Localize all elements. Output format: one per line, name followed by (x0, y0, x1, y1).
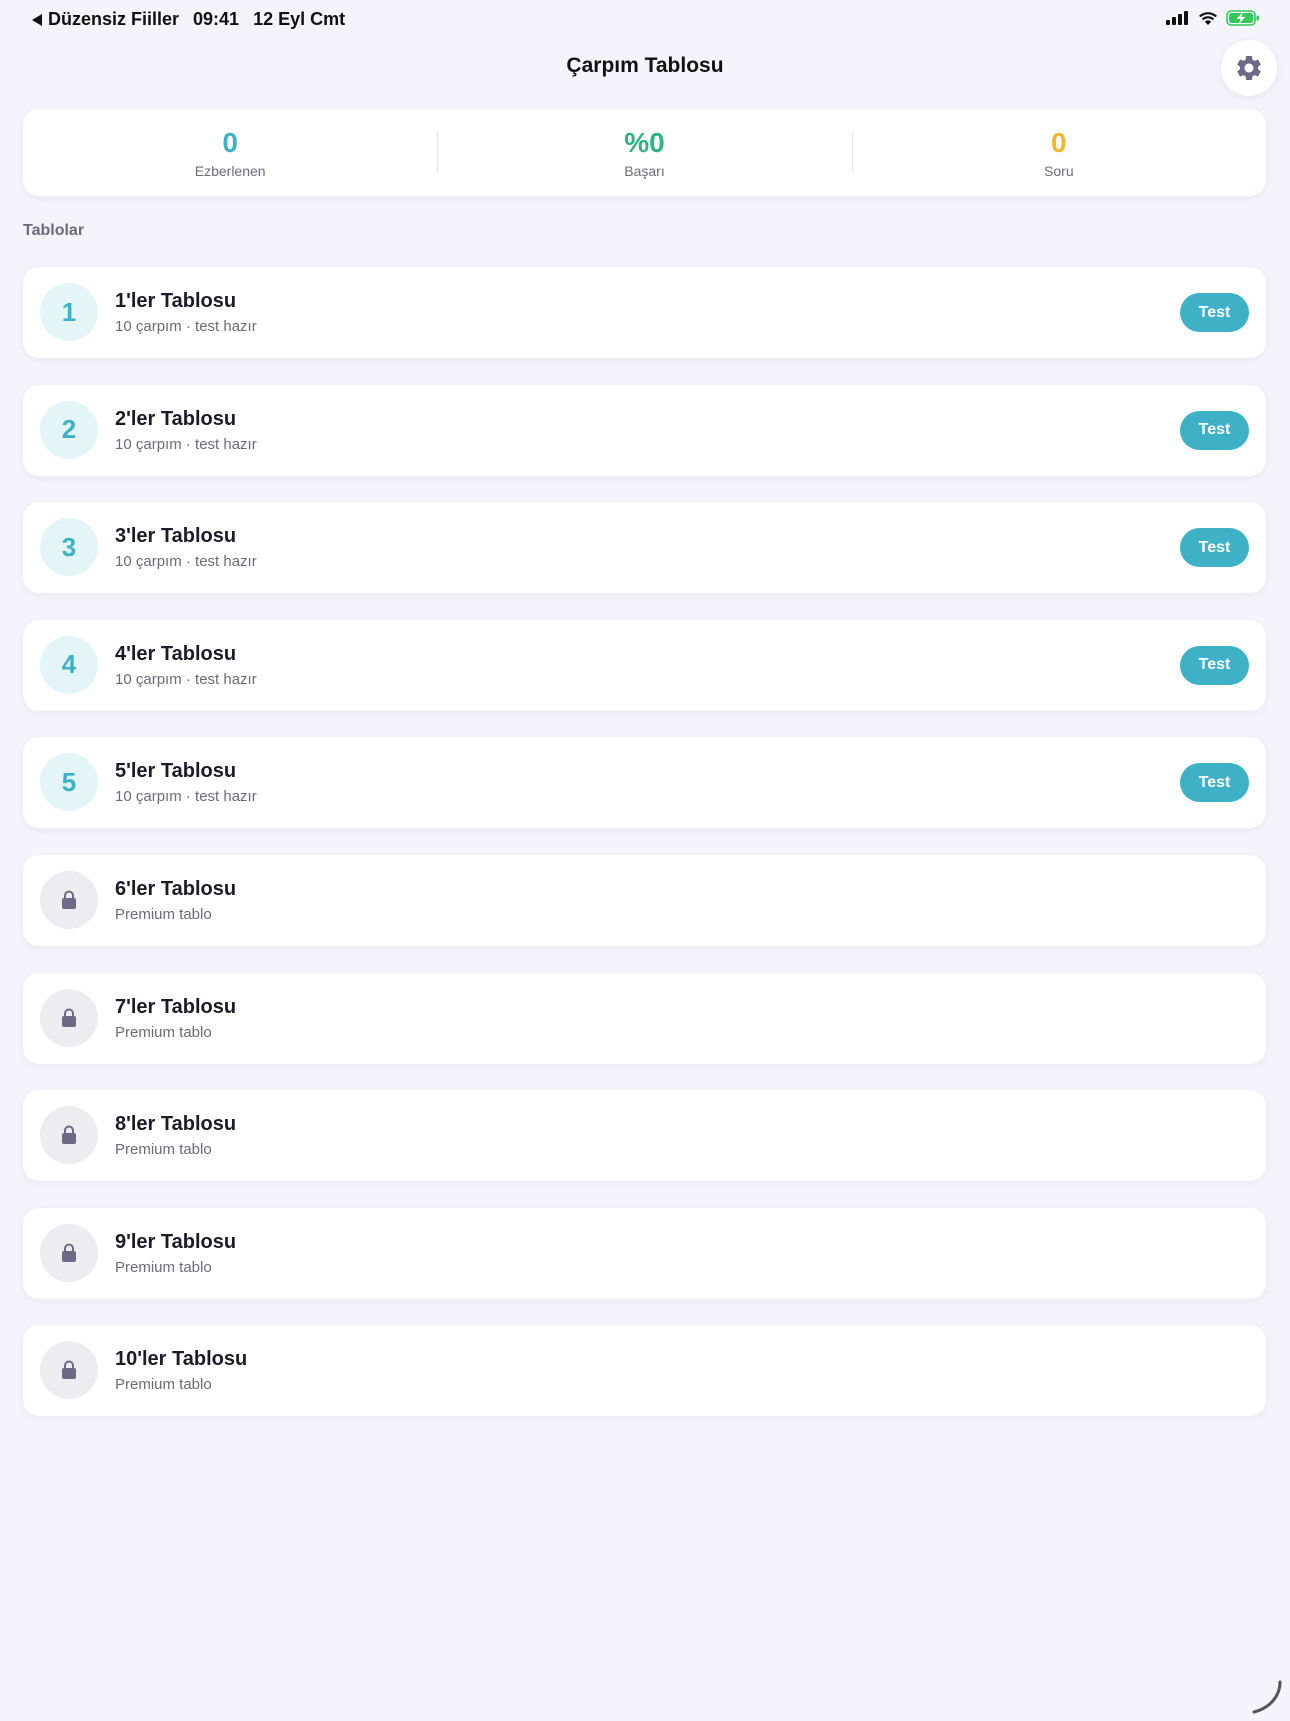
list-item[interactable]: 7'ler Tablosu Premium tablo (23, 972, 1266, 1064)
table-title: 6'ler Tablosu (115, 877, 237, 900)
test-button[interactable]: Test (1180, 293, 1249, 332)
table-subtitle: 10 çarpım · test hazır (115, 553, 257, 571)
status-date: 12 Eyl Cmt (253, 9, 346, 29)
stat-value: 0 (222, 126, 238, 158)
stat-memorized: 0 Ezberlenen (23, 109, 437, 196)
table-subtitle: Premium tablo (115, 1023, 212, 1041)
table-title: 1'ler Tablosu (115, 290, 237, 312)
corner-handle-icon (1252, 1680, 1282, 1714)
lock-badge (40, 870, 98, 929)
stat-label: Ezberlenen (194, 162, 266, 179)
back-app-label: Düzensiz Fiiller (48, 9, 180, 29)
list-item[interactable]: 4 4'ler Tablosu 10 çarpım · test hazır T… (23, 619, 1266, 711)
table-title: 5'ler Tablosu (115, 760, 237, 783)
table-title: 3'ler Tablosu (115, 525, 237, 548)
tables-list: 1 1'ler Tablosu 10 çarpım · test hazır T… (23, 267, 1266, 1443)
stat-value: %0 (624, 126, 665, 158)
table-title: 2'ler Tablosu (115, 407, 237, 430)
test-button[interactable]: Test (1180, 763, 1249, 803)
list-item[interactable]: 8'ler Tablosu Premium tablo (23, 1090, 1266, 1182)
lock-icon (62, 1125, 76, 1145)
number-badge: 1 (40, 283, 98, 341)
lock-icon (62, 1360, 76, 1380)
settings-button[interactable] (1221, 40, 1277, 96)
number-badge: 2 (40, 400, 98, 459)
table-subtitle: Premium tablo (115, 1141, 212, 1159)
table-subtitle: 10 çarpım · test hazır (115, 670, 257, 688)
list-item[interactable]: 1 1'ler Tablosu 10 çarpım · test hazır T… (23, 267, 1266, 358)
lock-icon (62, 1008, 76, 1027)
list-item[interactable]: 2 2'ler Tablosu 10 çarpım · test hazır T… (23, 384, 1266, 476)
list-item[interactable]: 6'ler Tablosu Premium tablo (23, 854, 1266, 946)
test-button[interactable]: Test (1180, 645, 1249, 685)
stat-success: %0 Başarı (437, 109, 851, 196)
lock-badge (40, 1341, 98, 1400)
table-title: 4'ler Tablosu (115, 642, 237, 665)
table-subtitle: Premium tablo (115, 1376, 212, 1394)
list-item[interactable]: 5 5'ler Tablosu 10 çarpım · test hazır T… (23, 737, 1266, 829)
stat-label: Başarı (624, 162, 665, 179)
table-title: 9'ler Tablosu (115, 1230, 237, 1253)
status-bar: Düzensiz Fiiller 09:41 12 Eyl Cmt (0, 0, 1290, 40)
number-badge: 5 (40, 753, 98, 812)
back-to-app-link[interactable]: Düzensiz Fiiller (32, 9, 179, 30)
table-title: 7'ler Tablosu (115, 995, 237, 1018)
stats-card: 0 Ezberlenen %0 Başarı 0 Soru (23, 109, 1266, 196)
table-subtitle: 10 çarpım · test hazır (115, 788, 257, 806)
number-badge: 3 (40, 518, 98, 577)
wifi-icon (1199, 11, 1217, 25)
number-badge: 4 (40, 635, 98, 694)
list-item[interactable]: 3 3'ler Tablosu 10 çarpım · test hazır T… (23, 502, 1266, 594)
list-item[interactable]: 10'ler Tablosu Premium tablo (23, 1325, 1266, 1417)
page-title: Çarpım Tablosu (566, 54, 724, 77)
table-subtitle: Premium tablo (115, 905, 212, 923)
signal-icon (1166, 11, 1188, 25)
test-button[interactable]: Test (1180, 410, 1249, 450)
table-subtitle: 10 çarpım · test hazır (115, 435, 257, 453)
table-subtitle: 10 çarpım · test hazır (115, 318, 257, 335)
stat-questions: 0 Soru (851, 109, 1266, 196)
section-title: Tablolar (23, 222, 85, 239)
lock-icon (62, 1243, 76, 1262)
list-item[interactable]: 9'ler Tablosu Premium tablo (23, 1207, 1266, 1299)
test-button[interactable]: Test (1180, 528, 1249, 568)
stat-label: Soru (1044, 162, 1074, 179)
stat-value: 0 (1051, 126, 1067, 158)
gear-icon (1237, 55, 1261, 80)
table-subtitle: Premium tablo (115, 1258, 212, 1276)
lock-badge (40, 988, 98, 1047)
table-title: 8'ler Tablosu (115, 1113, 237, 1136)
status-time: 09:41 (193, 9, 240, 29)
back-arrow-icon (32, 13, 42, 26)
lock-badge (40, 1106, 98, 1165)
table-title: 10'ler Tablosu (115, 1348, 248, 1371)
lock-badge (40, 1223, 98, 1282)
battery-charging-icon (1226, 10, 1259, 26)
lock-icon (62, 890, 76, 909)
